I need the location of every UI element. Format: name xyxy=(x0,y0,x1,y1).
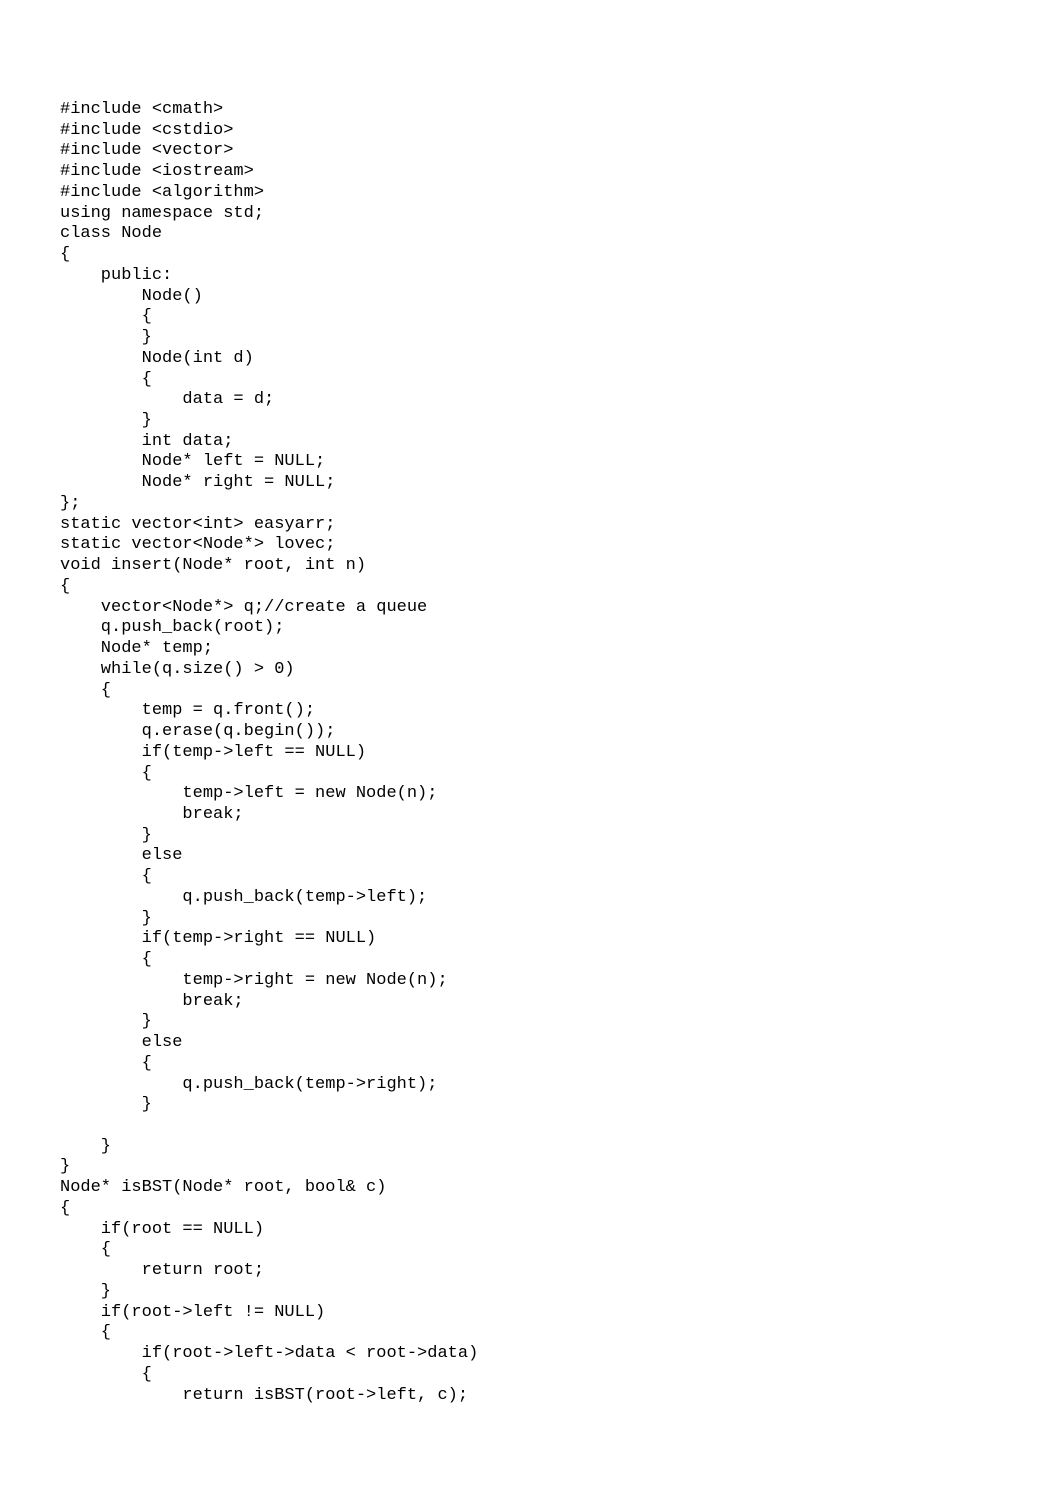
code-text: #include <cmath> #include <cstdio> #incl… xyxy=(60,100,478,1405)
code-block: #include <cmath> #include <cstdio> #incl… xyxy=(0,0,1062,1466)
